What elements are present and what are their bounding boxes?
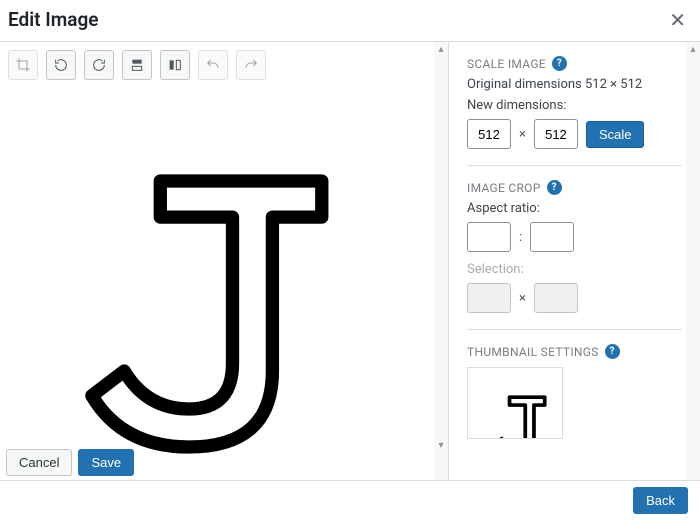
selection-row: ×	[467, 283, 682, 313]
cancel-button[interactable]: Cancel	[6, 449, 72, 476]
scale-heading-label: SCALE IMAGE	[467, 57, 546, 71]
new-dimensions-label: New dimensions:	[467, 98, 682, 113]
times-icon: ×	[519, 127, 526, 142]
aspect-width-input[interactable]	[467, 222, 511, 252]
help-icon[interactable]: ?	[552, 56, 567, 71]
thumb-heading-label: THUMBNAIL SETTINGS	[467, 345, 599, 359]
aspect-ratio-label: Aspect ratio:	[467, 201, 682, 216]
times-icon: ×	[519, 291, 526, 306]
scroll-down-icon[interactable]: ▾	[434, 438, 448, 452]
toolbar	[0, 42, 448, 86]
selection-height-input	[534, 283, 578, 313]
rotate-left-icon[interactable]	[46, 50, 76, 80]
editor-actions: Cancel Save	[6, 449, 134, 480]
thumb-heading: THUMBNAIL SETTINGS ?	[467, 344, 682, 359]
crop-icon	[8, 50, 38, 80]
back-button[interactable]: Back	[633, 487, 688, 514]
scroll-up-icon[interactable]: ▴	[686, 42, 700, 56]
selection-label: Selection:	[467, 262, 682, 277]
dialog-footer: Back	[0, 480, 700, 520]
divider	[467, 165, 682, 166]
crop-heading-label: IMAGE CROP	[467, 181, 541, 195]
original-dimensions: Original dimensions 512 × 512	[467, 77, 682, 92]
flip-horizontal-icon[interactable]	[160, 50, 190, 80]
thumbnail-preview	[467, 367, 563, 439]
left-scrollbar[interactable]: ▴ ▾	[434, 42, 448, 480]
scale-height-input[interactable]	[534, 119, 578, 149]
save-button[interactable]: Save	[78, 449, 134, 476]
colon-sep: :	[519, 230, 522, 245]
dialog-header: Edit Image ✕	[0, 0, 700, 42]
aspect-row: :	[467, 222, 682, 252]
scale-width-input[interactable]	[467, 119, 511, 149]
dialog-title: Edit Image	[8, 8, 98, 31]
selection-width-input	[467, 283, 511, 313]
image-canvas[interactable]	[0, 86, 448, 480]
help-icon[interactable]: ?	[605, 344, 620, 359]
scroll-up-icon[interactable]: ▴	[434, 42, 448, 56]
help-icon[interactable]: ?	[547, 180, 562, 195]
aspect-height-input[interactable]	[530, 222, 574, 252]
right-scrollbar[interactable]: ▴	[686, 42, 700, 480]
scale-heading: SCALE IMAGE ?	[467, 56, 682, 71]
redo-icon	[236, 50, 266, 80]
undo-icon	[198, 50, 228, 80]
scale-row: × Scale	[467, 119, 682, 149]
divider	[467, 329, 682, 330]
close-icon[interactable]: ✕	[669, 10, 686, 30]
flip-vertical-icon[interactable]	[122, 50, 152, 80]
settings-pane: SCALE IMAGE ? Original dimensions 512 × …	[448, 42, 700, 480]
crop-heading: IMAGE CROP ?	[467, 180, 682, 195]
scale-button[interactable]: Scale	[586, 121, 645, 148]
dialog-body: ▴ ▾ Cancel Save SCALE IMAGE ? Original d…	[0, 42, 700, 480]
editor-pane: ▴ ▾ Cancel Save	[0, 42, 448, 480]
rotate-right-icon[interactable]	[84, 50, 114, 80]
